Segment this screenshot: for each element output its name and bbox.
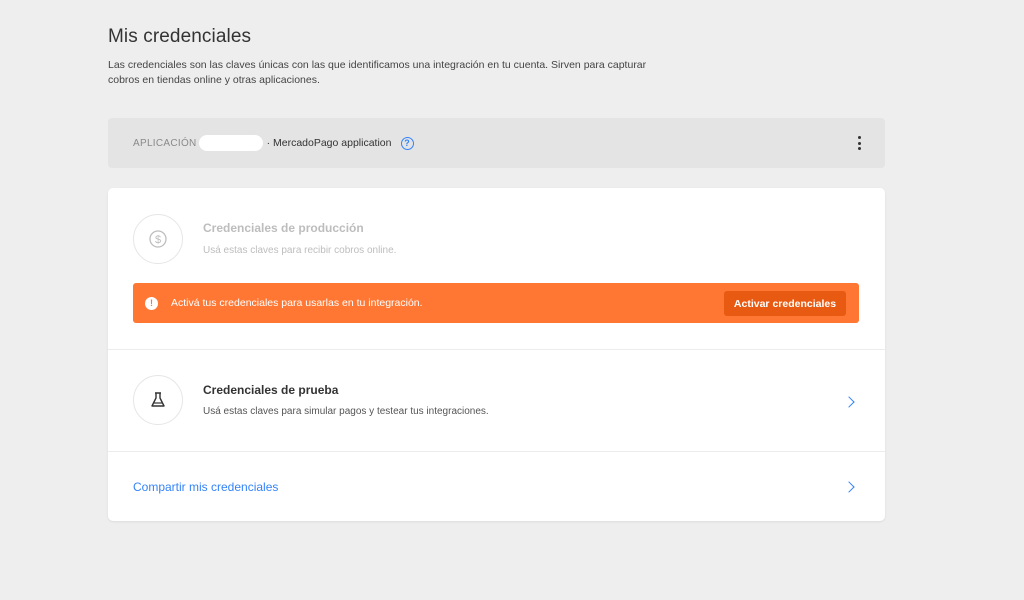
page-title: Mis credenciales [108,26,252,47]
page-description: Las credenciales son las claves únicas c… [108,59,647,86]
svg-text:$: $ [155,234,161,246]
application-label: APLICACIÓN [133,137,197,149]
test-credentials-row[interactable]: Credenciales de prueba Usá estas claves … [108,350,885,452]
share-credentials-link[interactable]: Compartir mis credenciales [133,480,278,494]
test-description: Usá estas claves para simular pagos y te… [203,406,489,417]
chevron-right-icon [843,481,855,493]
alert-text: Activá tus credenciales para usarlas en … [171,297,423,309]
exclamation-icon: ! [145,296,158,310]
production-description: Usá estas claves para recibir cobros onl… [203,245,397,256]
chevron-right-icon [843,396,855,408]
flask-icon [133,375,183,425]
share-credentials-row[interactable]: Compartir mis credenciales [108,452,885,521]
application-bar: APLICACIÓN · MercadoPago application ? [108,118,885,168]
dollar-coin-icon: $ [133,214,183,264]
test-title: Credenciales de prueba [203,383,339,397]
redacted-app-id [198,135,263,151]
help-icon[interactable]: ? [400,136,414,150]
credentials-card: $ Credenciales de producción Usá estas c… [108,188,885,521]
activate-credentials-button[interactable]: Activar credenciales [724,291,846,316]
activation-alert: ! Activá tus credenciales para usarlas e… [133,283,859,323]
kebab-menu-icon[interactable] [853,134,865,152]
application-name: · MercadoPago application [266,137,392,149]
production-credentials-section: $ Credenciales de producción Usá estas c… [108,188,885,350]
production-title: Credenciales de producción [203,221,364,235]
